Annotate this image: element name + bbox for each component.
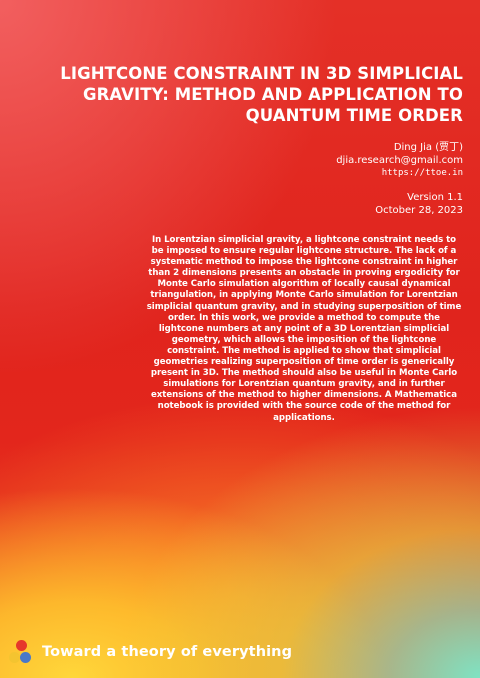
version-block: Version 1.1 October 28, 2023 (375, 192, 463, 217)
logo-dot-yellow (9, 652, 20, 663)
footer-tagline: Toward a theory of everything (42, 644, 293, 660)
paper-title: LIGHTCONE CONSTRAINT IN 3D SIMPLICIAL GR… (60, 64, 463, 125)
ttoe-logo-icon (8, 639, 34, 665)
footer: Toward a theory of everything (8, 638, 292, 666)
author-name: Ding Jia (贾丁) (393, 142, 463, 153)
author-website[interactable]: https://ttoe.in (336, 167, 463, 180)
abstract: In Lorentzian simplicial gravity, a ligh… (146, 235, 462, 423)
publication-date: October 28, 2023 (375, 204, 463, 216)
logo-dot-blue (20, 652, 31, 663)
logo-dot-red (16, 640, 27, 651)
author-email[interactable]: djia.research@gmail.com (336, 155, 463, 168)
paper-cover: LIGHTCONE CONSTRAINT IN 3D SIMPLICIAL GR… (0, 0, 480, 678)
author-block: Ding Jia (贾丁) djia.research@gmail.com ht… (336, 142, 463, 180)
version-label: Version 1.1 (407, 192, 463, 203)
